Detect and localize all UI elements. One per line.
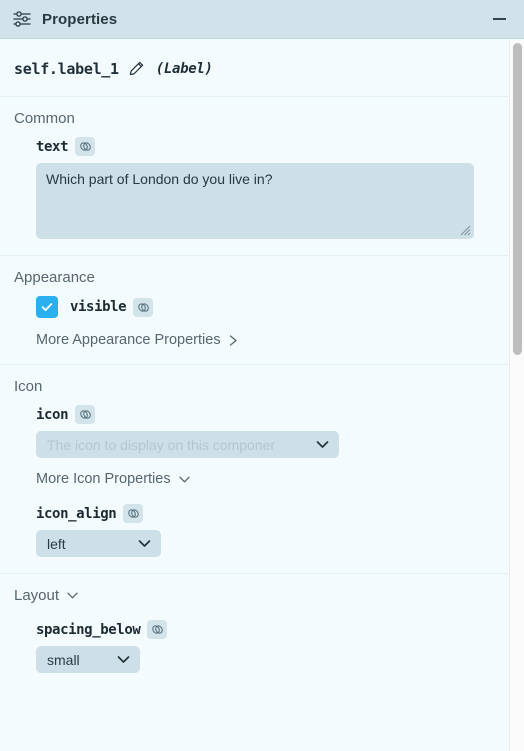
more-icon-properties-label: More Icon Properties: [36, 471, 171, 487]
section-appearance: Appearance visible More Appearance Prope…: [0, 256, 508, 365]
property-text-label: text: [36, 138, 69, 155]
property-icon-label-row: icon: [36, 405, 494, 424]
property-text-label-row: text: [36, 137, 494, 156]
spacing-below-dropdown-value: small: [47, 651, 80, 668]
properties-scroll-area: self.label_1 (Label) Common text Which p…: [0, 40, 524, 751]
properties-panel: Properties self.label_1 (Label) Common t…: [0, 0, 524, 751]
visible-label: visible: [70, 299, 127, 315]
property-spacing-below-label-row: spacing_below: [36, 620, 494, 639]
link-icon: [79, 142, 91, 151]
link-icon: [137, 302, 149, 312]
property-visible-row: visible: [36, 296, 494, 318]
section-title-appearance: Appearance: [14, 269, 95, 286]
chevron-down-icon: [117, 656, 130, 663]
chevron-down-icon: [178, 476, 190, 482]
sliders-icon: [13, 11, 31, 27]
icon-dropdown[interactable]: The icon to display on this componer: [36, 431, 339, 458]
component-identity-row: self.label_1 (Label): [0, 40, 508, 97]
property-icon: icon The icon to display on this compone…: [0, 405, 508, 487]
more-appearance-properties-label: More Appearance Properties: [36, 332, 221, 348]
property-icon-align: icon_align left: [0, 504, 508, 557]
icon-dropdown-value: The icon to display on this componer: [47, 436, 276, 453]
component-name: self.label_1: [14, 59, 119, 78]
link-icon: [152, 625, 163, 634]
section-common: Common text Which part of London do you …: [0, 97, 508, 256]
chevron-down-icon: [138, 540, 151, 547]
property-spacing-below-label: spacing_below: [36, 621, 141, 638]
section-title-icon: Icon: [14, 378, 43, 395]
property-icon-align-label-row: icon_align: [36, 504, 494, 523]
pencil-icon[interactable]: [128, 60, 145, 77]
resize-grip-icon[interactable]: [458, 223, 471, 236]
property-spacing-below: spacing_below small: [0, 620, 508, 673]
link-icon-spacing-below[interactable]: [147, 620, 168, 639]
link-icon-text[interactable]: [75, 137, 96, 156]
property-icon-label: icon: [36, 406, 69, 423]
link-icon: [79, 410, 91, 419]
check-icon: [41, 303, 53, 312]
vertical-scrollbar-track[interactable]: [509, 40, 524, 751]
link-icon-icon[interactable]: [75, 405, 96, 424]
more-appearance-properties-link[interactable]: More Appearance Properties: [36, 332, 239, 348]
link-icon: [128, 509, 139, 518]
minimize-icon: [492, 18, 506, 20]
visible-checkbox[interactable]: [36, 296, 58, 318]
chevron-down-icon: [316, 441, 329, 448]
section-icon: Icon icon The icon to display on this co…: [0, 365, 508, 574]
panel-title: Properties: [42, 10, 118, 28]
properties-content: self.label_1 (Label) Common text Which p…: [0, 40, 508, 689]
more-icon-properties-link[interactable]: More Icon Properties: [36, 471, 191, 487]
section-title-layout[interactable]: Layout: [0, 587, 508, 604]
property-text: text Which part of London do you live in…: [0, 137, 508, 239]
property-icon-align-label: icon_align: [36, 505, 117, 522]
link-icon-icon-align[interactable]: [123, 504, 144, 523]
section-layout: Layout spacing_below small: [0, 574, 508, 689]
chevron-down-icon: [67, 592, 78, 599]
minimize-button[interactable]: [488, 8, 510, 30]
text-textarea[interactable]: Which part of London do you live in?: [36, 163, 474, 239]
property-visible: visible More Appearance Properties: [0, 296, 508, 348]
component-type: (Label): [155, 60, 213, 77]
section-title-layout-label: Layout: [14, 587, 60, 604]
panel-header: Properties: [0, 0, 524, 39]
chevron-right-icon: [229, 334, 237, 346]
vertical-scrollbar-thumb[interactable]: [513, 43, 522, 355]
link-icon-visible[interactable]: [133, 297, 154, 317]
section-title-common: Common: [14, 110, 75, 127]
text-textarea-value: Which part of London do you live in?: [46, 171, 273, 187]
icon-align-dropdown[interactable]: left: [36, 530, 161, 557]
icon-align-dropdown-value: left: [47, 535, 66, 552]
spacing-below-dropdown[interactable]: small: [36, 646, 140, 673]
